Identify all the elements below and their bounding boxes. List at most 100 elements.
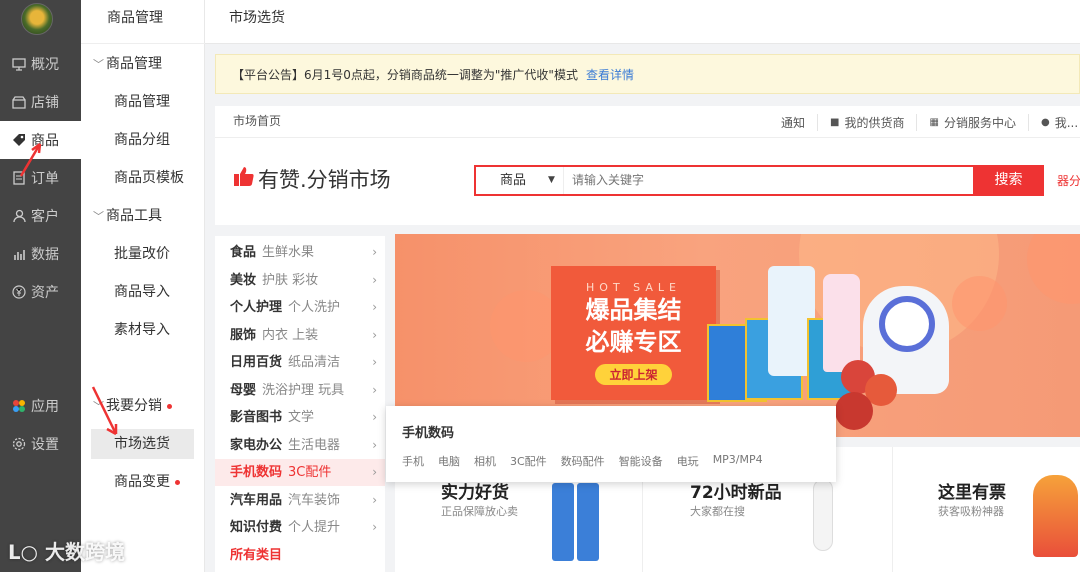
- subnav-item-material-import[interactable]: 素材导入: [81, 315, 205, 345]
- flyout-link[interactable]: 电脑: [438, 453, 460, 469]
- sidebar-item-customers[interactable]: 客户: [0, 197, 81, 235]
- subnav-group-goods-tools[interactable]: ﹀ 商品工具: [81, 201, 205, 231]
- subnav-item-goods-change[interactable]: 商品变更: [81, 467, 205, 497]
- breadcrumb: 市场选货: [229, 10, 285, 26]
- category-subs: 护肤 彩妆: [262, 273, 319, 288]
- chevron-down-icon: ﹀: [93, 210, 104, 223]
- notice-details-link[interactable]: 查看详情: [586, 68, 634, 82]
- sidebar-item-label: 设置: [31, 437, 59, 453]
- sidebar-item-assets[interactable]: 资产: [0, 273, 81, 311]
- sidebar-item-data[interactable]: 数据: [0, 235, 81, 273]
- category-item[interactable]: 家电办公 生活电器 ›: [215, 432, 385, 459]
- avatar[interactable]: [21, 3, 53, 35]
- list-now-button[interactable]: 立即上架: [595, 364, 672, 385]
- grid-icon: ▦: [929, 116, 939, 128]
- category-name: 母婴: [230, 383, 257, 398]
- sidebar-item-overview[interactable]: 概况: [0, 45, 81, 83]
- monitor-icon: [11, 56, 27, 72]
- card-subtitle: 正品保障放心卖: [441, 505, 518, 518]
- subnav-item-page-templates[interactable]: 商品页模板: [81, 163, 205, 193]
- category-item-active[interactable]: 手机数码 3C配件 ›: [215, 459, 385, 486]
- chart-icon: [11, 246, 27, 262]
- my-account-link[interactable]: ● 我...: [1029, 114, 1080, 131]
- flyout-subcategory-list: 手机 电脑 相机 3C配件 数码配件 智能设备 电玩 MP3/MP4: [402, 453, 777, 469]
- banner-headline-1: 爆品集结: [585, 296, 682, 324]
- product-image: [835, 392, 873, 430]
- category-item[interactable]: 食品 生鲜水果 ›: [215, 239, 385, 266]
- link-label: 我...: [1054, 115, 1079, 130]
- notifications-link[interactable]: 通知: [769, 113, 819, 131]
- watermark: ᒪ○ 大数跨境: [8, 536, 125, 565]
- subnav-title: 商品管理: [81, 0, 205, 44]
- flyout-link[interactable]: 相机: [474, 453, 496, 469]
- category-name: 美妆: [230, 273, 257, 288]
- flyout-link[interactable]: 3C配件: [510, 453, 547, 469]
- chevron-right-icon: ›: [372, 328, 377, 342]
- service-center-link[interactable]: ▦ 分销服务中心: [917, 113, 1029, 131]
- link-label: 我的供货商: [844, 115, 905, 130]
- flyout-link[interactable]: 数码配件: [561, 453, 605, 469]
- sidebar-item-store[interactable]: 店铺: [0, 83, 81, 121]
- category-item[interactable]: 知识付费 个人提升 ›: [215, 514, 385, 541]
- annotation-arrow: [19, 143, 42, 177]
- category-item[interactable]: 汽车用品 汽车装饰 ›: [215, 487, 385, 514]
- notice-text: 【平台公告】6月1号0点起，分销商品统一调整为"推广代收"模式: [232, 68, 578, 82]
- flyout-link[interactable]: 电玩: [677, 453, 699, 469]
- subnav-item-goods-groups[interactable]: 商品分组: [81, 125, 205, 155]
- market-home-link[interactable]: 市场首页: [233, 106, 281, 136]
- search-scope-select[interactable]: 商品 ▼: [476, 167, 564, 194]
- subnav-item-goods-import[interactable]: 商品导入: [81, 277, 205, 307]
- subnav-item-goods-management[interactable]: 商品管理: [81, 87, 205, 117]
- subnav-item-batch-price[interactable]: 批量改价: [81, 239, 205, 269]
- banner-headline-2: 必赚专区: [585, 328, 682, 356]
- category-flyout: 手机数码 手机 电脑 相机 3C配件 数码配件 智能设备 电玩 MP3/MP4: [386, 406, 836, 482]
- category-item[interactable]: 服饰 内衣 上装 ›: [215, 322, 385, 349]
- group-label: 商品管理: [106, 56, 162, 72]
- category-item[interactable]: 美妆 护肤 彩妆 ›: [215, 267, 385, 294]
- my-suppliers-link[interactable]: ■ 我的供货商: [818, 113, 918, 131]
- category-subs: 汽车装饰: [288, 493, 341, 508]
- search-input[interactable]: [572, 167, 972, 194]
- category-item[interactable]: 影音图书 文学 ›: [215, 404, 385, 431]
- primary-sidebar: 概况 店铺 商品 订单 客户 数据 资产 应用 设置: [0, 0, 81, 572]
- market-logo[interactable]: 有赞.分销市场: [233, 164, 391, 194]
- sidebar-item-label: 概况: [31, 57, 59, 73]
- chevron-right-icon: ›: [372, 355, 377, 369]
- sidebar-item-label: 应用: [31, 399, 59, 415]
- product-image: [552, 483, 574, 561]
- annotation-arrow: [91, 386, 118, 436]
- flyout-link[interactable]: 智能设备: [619, 453, 663, 469]
- category-item[interactable]: 日用百货 纸品清洁 ›: [215, 349, 385, 376]
- category-side-link[interactable]: 器分: [1057, 172, 1080, 189]
- sidebar-item-apps[interactable]: 应用: [0, 387, 81, 425]
- category-subs: 3C配件: [288, 465, 332, 480]
- category-name: 个人护理: [230, 300, 283, 315]
- chevron-right-icon: ›: [372, 300, 377, 314]
- chevron-right-icon: ›: [372, 383, 377, 397]
- chevron-right-icon: ›: [372, 410, 377, 424]
- feature-card[interactable]: 这里有票 获客吸粉神器: [893, 447, 1080, 572]
- sidebar-item-label: 资产: [31, 285, 59, 301]
- logo-text: 有赞.分销市场: [258, 168, 391, 192]
- search-button[interactable]: 搜索: [973, 165, 1044, 196]
- sidebar-item-settings[interactable]: 设置: [0, 425, 81, 463]
- flyout-link[interactable]: 手机: [402, 453, 424, 469]
- subnav-group-goods-management[interactable]: ﹀ 商品管理: [81, 49, 205, 79]
- category-name: 日用百货: [230, 355, 283, 370]
- caret-down-icon: ▼: [548, 175, 555, 185]
- user-icon: [11, 208, 27, 224]
- illustration-image: [1033, 475, 1078, 557]
- user-icon: ●: [1040, 116, 1050, 128]
- category-item[interactable]: 个人护理 个人洗护 ›: [215, 294, 385, 321]
- category-item[interactable]: 母婴 洗浴护理 玩具 ›: [215, 377, 385, 404]
- link-label: 通知: [781, 115, 806, 130]
- item-label: 商品变更: [114, 474, 170, 490]
- flyout-link[interactable]: MP3/MP4: [713, 453, 763, 469]
- red-dot-badge: [167, 403, 172, 409]
- decor-circle: [952, 276, 1007, 331]
- chevron-right-icon: ›: [372, 493, 377, 507]
- market-header: 市场首页 通知 ■ 我的供货商 ▦ 分销服务中心 ● 我... 有赞.分销市场 商品 …: [215, 106, 1080, 225]
- category-subs: 纸品清洁: [288, 355, 341, 370]
- all-categories-link[interactable]: 所有类目: [215, 542, 385, 569]
- sidebar-item-label: 数据: [31, 247, 59, 263]
